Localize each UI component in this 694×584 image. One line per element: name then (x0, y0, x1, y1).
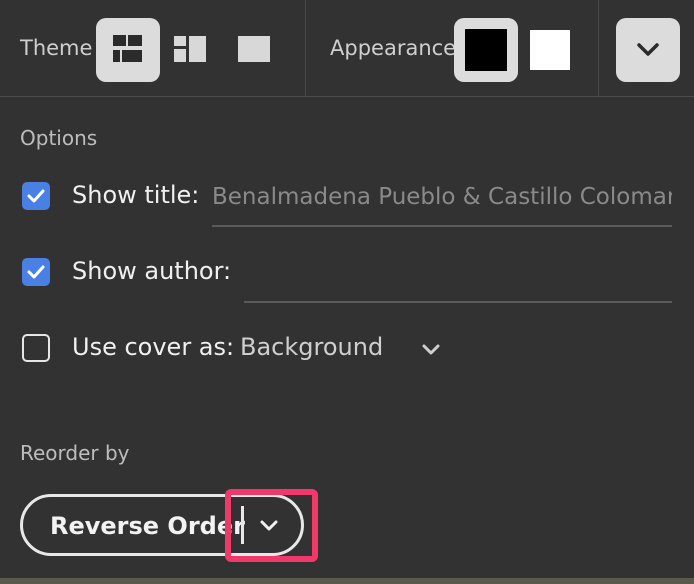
show-title-checkbox[interactable] (22, 182, 50, 210)
appearance-light-button[interactable] (518, 18, 582, 82)
appearance-label: Appearance (330, 36, 457, 60)
columns-layout-icon (174, 36, 206, 62)
toolbar-divider (305, 0, 306, 96)
show-author-checkbox[interactable] (22, 258, 50, 286)
title-input[interactable] (212, 180, 672, 214)
chevron-down-icon (422, 344, 440, 355)
show-title-label: Show title: (72, 181, 200, 209)
checkmark-icon (27, 189, 45, 203)
title-input-underline (212, 225, 672, 227)
reorder-section-label: Reorder by (20, 441, 130, 465)
author-input[interactable] (244, 256, 672, 290)
dropdown-highlight-box (225, 489, 318, 562)
cover-select-value: Background (240, 333, 384, 361)
theme-single-button[interactable] (222, 18, 286, 82)
options-section-label: Options (20, 126, 98, 150)
theme-label: Theme (20, 36, 93, 60)
chevron-down-icon (637, 43, 659, 56)
dark-appearance-icon (465, 29, 507, 71)
toolbar: Theme Appearance (0, 0, 694, 97)
light-appearance-icon (530, 30, 570, 70)
cover-select[interactable]: Background (240, 330, 450, 366)
show-author-label: Show author: (72, 257, 232, 285)
reorder-button-label: Reverse Order (50, 512, 245, 540)
single-layout-icon (238, 36, 270, 62)
bottom-preview-strip (0, 578, 694, 584)
theme-grid-button[interactable] (96, 18, 160, 82)
toolbar-divider (598, 0, 599, 96)
author-input-underline (244, 301, 672, 303)
use-cover-checkbox[interactable] (22, 334, 50, 362)
theme-columns-button[interactable] (158, 18, 222, 82)
checkmark-icon (27, 265, 45, 279)
appearance-dark-button[interactable] (454, 18, 518, 82)
grid-layout-icon (113, 35, 142, 62)
more-options-button[interactable] (616, 18, 680, 82)
use-cover-label: Use cover as: (72, 333, 235, 361)
